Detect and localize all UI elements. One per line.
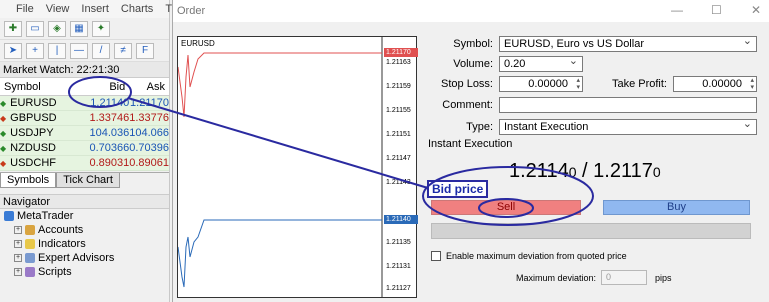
bid-column-highlight xyxy=(68,76,132,108)
sell-button-highlight xyxy=(478,198,534,218)
screen: File View Insert Charts T ✚ ▭ ◈ ▦ ✦ ➤ + … xyxy=(0,0,769,302)
annotation-overlay xyxy=(68,76,594,226)
annotation-connector xyxy=(127,97,429,189)
